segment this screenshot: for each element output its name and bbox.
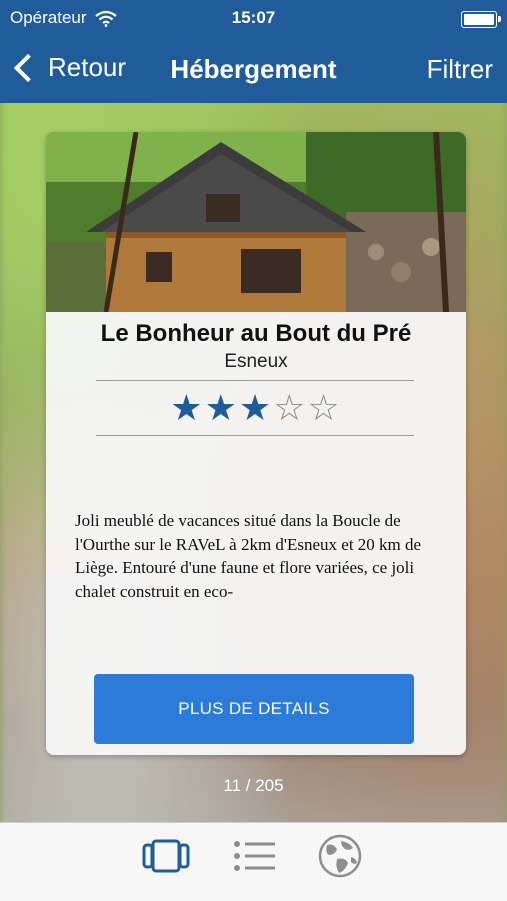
accommodation-photo — [46, 132, 466, 312]
star-filled-icon: ★ — [238, 387, 274, 428]
star-filled-icon: ★ — [170, 387, 205, 428]
nav-bar: Retour Hébergement Filtrer — [0, 40, 507, 100]
top-bar: Opérateur 15:07 Retour Hébergement Filtr… — [0, 0, 507, 103]
accommodation-description: Joli meublé de vacances situé dans la Bo… — [75, 511, 422, 601]
status-bar: Opérateur 15:07 — [0, 0, 507, 36]
tab-list-view[interactable] — [230, 833, 280, 879]
clock: 15:07 — [231, 8, 276, 27]
star-rating: ★★★☆☆ — [46, 388, 466, 428]
star-empty-icon: ☆ — [307, 387, 342, 428]
divider-top — [96, 380, 414, 381]
accommodation-name: Le Bonheur au Bout du Pré — [100, 320, 412, 347]
tab-map-view[interactable] — [315, 833, 365, 879]
globe-icon — [318, 834, 362, 878]
filter-button[interactable]: Filtrer — [427, 54, 493, 85]
carousel-icon — [142, 839, 190, 873]
page-indicator: 11 / 205 — [223, 776, 284, 795]
list-icon — [234, 841, 275, 871]
accommodation-card[interactable]: Le Bonheur au Bout du Pré Esneux ★★★☆☆ J… — [46, 132, 466, 755]
star-filled-icon: ★ — [204, 387, 239, 428]
star-empty-icon: ☆ — [273, 387, 308, 428]
tab-cards-view[interactable] — [141, 833, 191, 879]
divider-bottom — [96, 435, 414, 436]
battery-icon — [461, 11, 501, 28]
more-details-button[interactable]: PLUS DE DETAILS — [94, 674, 414, 744]
tab-bar — [0, 822, 507, 901]
accommodation-city: Esneux — [224, 351, 288, 372]
